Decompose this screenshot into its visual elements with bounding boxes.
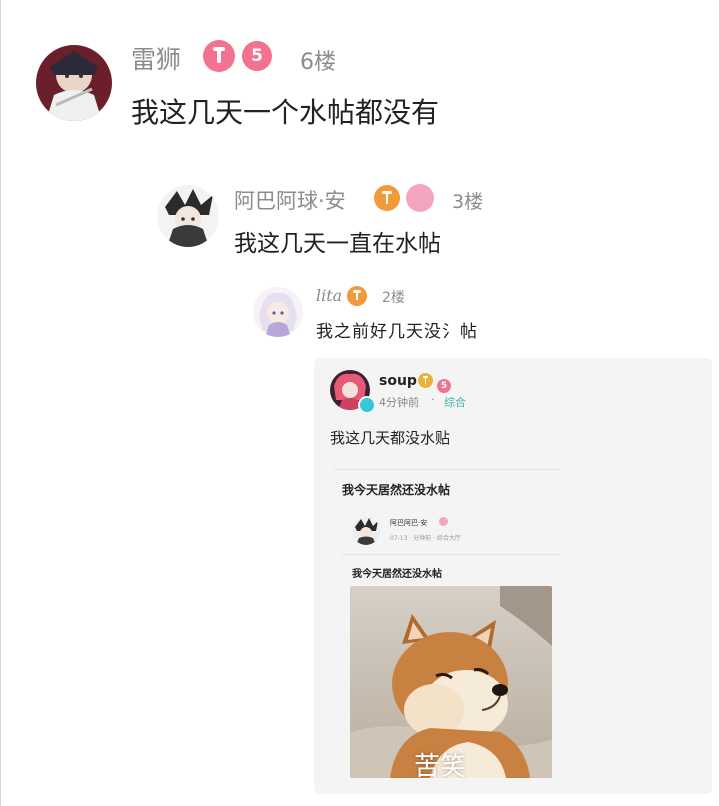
verified-icon — [358, 396, 376, 414]
nested-text: 我今天居然还没水帖 — [352, 569, 442, 580]
comment1-floor: 6楼 — [300, 50, 336, 75]
avatar-leishi[interactable] — [36, 45, 112, 121]
rank-badge-icon: 5 — [242, 41, 272, 71]
level-badge-number: 9 — [366, 304, 371, 312]
level-badge-icon — [418, 373, 433, 392]
comment2-author[interactable]: 阿巴阿球·安 — [234, 185, 346, 215]
comment1-author[interactable]: 雷狮 — [131, 40, 181, 76]
fan-badge-icon — [406, 184, 434, 212]
level-badge-icon: 10 — [374, 185, 404, 217]
comment3-text: 我之前好几天没氵帖 — [316, 322, 478, 342]
embedded-meta-separator: · — [431, 393, 435, 406]
nested-author[interactable]: 阿巴阿巴·安 — [390, 518, 427, 528]
comment3-author[interactable]: lita — [316, 286, 342, 305]
embedded-time: 4分钟前 — [379, 396, 419, 409]
comment2-floor: 3楼 — [452, 191, 484, 213]
level-badge-icon: 9 — [347, 286, 371, 312]
embedded-category[interactable]: 综合 — [444, 394, 466, 410]
level-badge-number: 10 — [392, 208, 404, 217]
level-badge-icon: 11 — [203, 40, 239, 78]
avatar-lita[interactable] — [253, 287, 303, 337]
embedded-reply-text: 我今天居然还没水帖 — [342, 483, 451, 497]
nested-meta: 07-13 · 分钟前 · 综合大厅 — [390, 535, 461, 542]
comment1-text: 我这几天一个水帖都没有 — [131, 96, 440, 129]
fan-badge-icon — [439, 517, 448, 526]
comment2-text: 我这几天一直在水帖 — [234, 231, 441, 257]
avatar-aba-small[interactable] — [352, 517, 380, 545]
frame-border-left — [0, 0, 1, 806]
avatar-aba[interactable] — [157, 185, 219, 247]
divider — [342, 554, 560, 555]
comment3-floor: 2楼 — [382, 290, 405, 306]
rank-badge-icon: 5 — [437, 373, 451, 393]
embedded-author[interactable]: soup — [379, 373, 417, 389]
embedded-text: 我这几天都没水贴 — [330, 429, 451, 447]
divider — [334, 469, 560, 470]
meme-caption: 苦笑 — [414, 752, 467, 778]
embedded-post-card[interactable]: soup 5 4分钟前 · 综合 我这几天都没水贴 我今天居然还没水帖 阿巴阿巴… — [314, 358, 712, 794]
shiba-meme-image: 苦笑 — [350, 586, 552, 778]
level-badge-number: 11 — [226, 68, 239, 78]
